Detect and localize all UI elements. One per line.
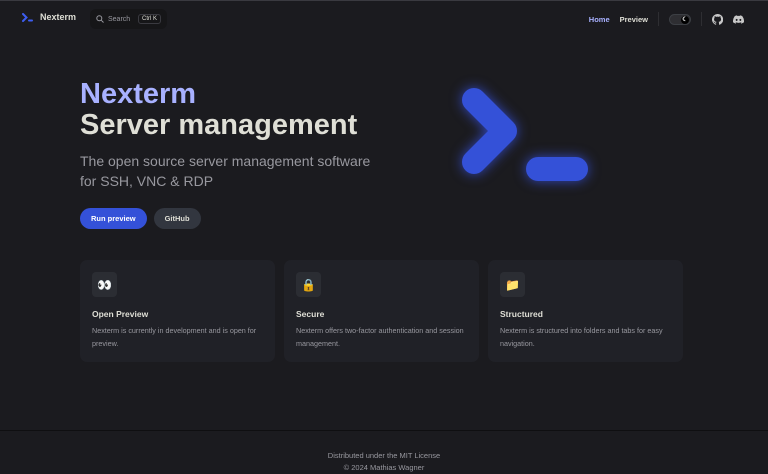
discord-icon[interactable]	[733, 14, 744, 25]
run-preview-button[interactable]: Run preview	[80, 208, 147, 229]
search-button[interactable]: Search Ctrl K	[90, 9, 167, 29]
folder-icon: 📁	[500, 272, 525, 297]
hero-tagline: The open source server management softwa…	[80, 153, 371, 189]
feature-title: Open Preview	[92, 309, 149, 319]
hero-section: Nexterm Server management The open sourc…	[80, 79, 390, 229]
feature-card-secure: 🔒 Secure Nexterm offers two-factor authe…	[284, 260, 479, 362]
footer-copyright: © 2024 Mathias Wagner	[343, 463, 425, 472]
divider	[701, 12, 702, 26]
feature-description: Nexterm offers two-factor authentication…	[296, 326, 464, 348]
top-nav: Nexterm Search Ctrl K Home Preview ☾	[0, 1, 768, 37]
footer: Distributed under the MIT License © 2024…	[0, 430, 768, 472]
feature-description: Nexterm is structured into folders and t…	[500, 326, 663, 348]
brand-name: Nexterm	[40, 12, 77, 22]
search-shortcut: Ctrl K	[138, 14, 161, 24]
feature-description: Nexterm is currently in development and …	[92, 326, 257, 348]
feature-title: Secure	[296, 309, 325, 319]
brand-logo[interactable]: Nexterm	[22, 12, 76, 22]
feature-card-structured: 📁 Structured Nexterm is structured into …	[488, 260, 683, 362]
github-button[interactable]: GitHub	[153, 208, 201, 229]
lock-icon: 🔒	[296, 272, 321, 297]
feature-card-open-preview: 👀 Open Preview Nexterm is currently in d…	[80, 260, 275, 362]
eyes-icon: 👀	[92, 272, 117, 297]
hero-subtitle: Server management	[80, 109, 358, 141]
nav-link-preview[interactable]: Preview	[620, 15, 648, 24]
terminal-hero-icon	[462, 88, 588, 181]
footer-license: Distributed under the MIT License	[327, 451, 441, 460]
terminal-logo-icon	[22, 12, 33, 22]
divider	[658, 12, 659, 26]
search-icon	[96, 15, 104, 23]
search-placeholder: Search	[108, 15, 131, 23]
feature-cards: 👀 Open Preview Nexterm is currently in d…	[80, 260, 683, 362]
github-icon[interactable]	[712, 13, 723, 25]
hero-title: Nexterm	[80, 78, 197, 110]
feature-title: Structured	[500, 309, 543, 319]
nav-link-home[interactable]: Home	[589, 15, 610, 24]
moon-icon: ☾	[681, 15, 689, 24]
theme-toggle[interactable]: ☾	[669, 13, 691, 25]
